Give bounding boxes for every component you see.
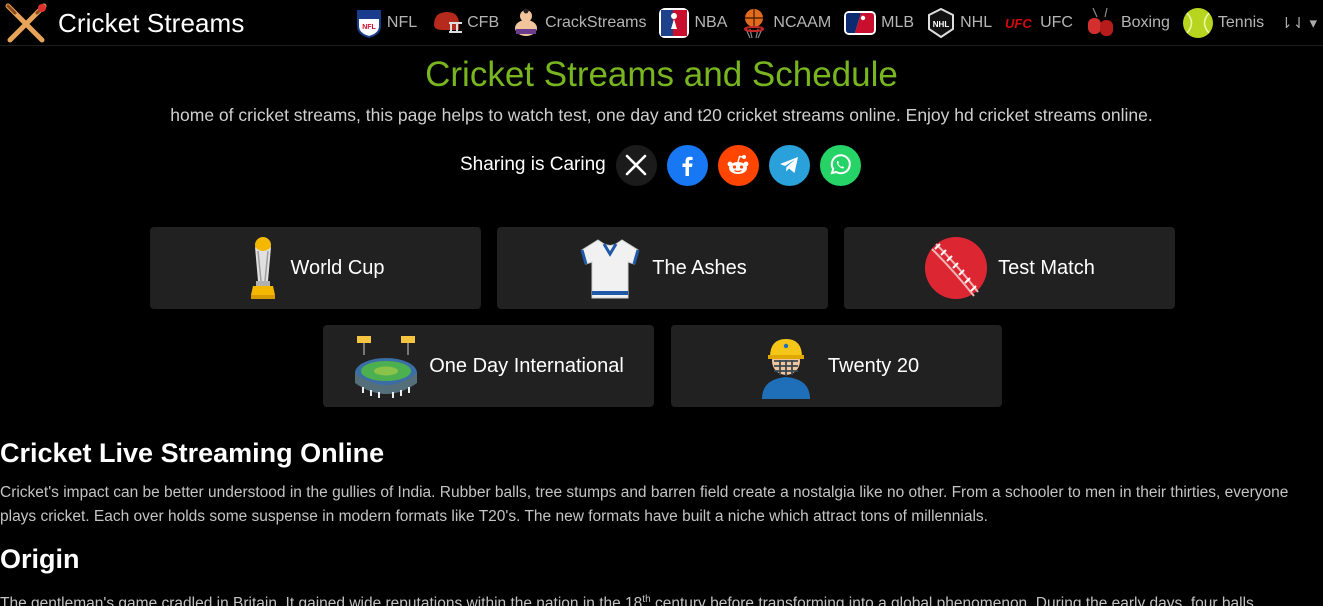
ufc-icon: UFC (1005, 16, 1032, 31)
svg-text:UFC: UFC (1005, 16, 1032, 31)
share-bar: Sharing is Caring (460, 144, 871, 186)
nav-item-label: NBA (694, 14, 728, 31)
category-card-the-ashes[interactable]: The Ashes (497, 227, 828, 309)
category-card-world-cup[interactable]: World Cup (150, 227, 481, 309)
trophy-icon (251, 237, 276, 299)
facebook-icon (682, 156, 693, 176)
share-whatsapp-button[interactable] (819, 144, 861, 186)
category-label: Twenty 20 (827, 354, 920, 377)
brand-link[interactable]: Cricket Streams (2, 0, 244, 46)
nav-item-nba[interactable]: NBA (658, 7, 727, 39)
page-subtitle: home of cricket streams, this page helps… (170, 105, 1153, 125)
category-label: One Day International (429, 354, 624, 377)
nav-item-tennis[interactable]: Tennis (1182, 7, 1264, 39)
nba-icon (659, 8, 690, 38)
nav-item-label: UFC (1040, 14, 1073, 31)
paragraph-intro: Cricket's impact can be better understoo… (0, 481, 1323, 529)
nav-item-cfb[interactable]: CFB (429, 8, 499, 38)
mlb-icon (844, 11, 877, 35)
cricket-ball-icon (925, 237, 988, 299)
basketball-hoop-icon (744, 9, 765, 39)
whatsapp-icon (830, 154, 852, 175)
category-label: World Cup (290, 256, 385, 279)
nav-item-label: NHL (960, 14, 993, 31)
share-telegram-button[interactable] (768, 144, 810, 186)
paragraph-text: The gentleman's game cradled in Britain.… (0, 595, 643, 606)
superscript-ordinal: th (642, 594, 651, 605)
nav-item-label: MLB (881, 14, 915, 31)
category-card-test-match[interactable]: Test Match (844, 227, 1175, 309)
nav-item-ufc[interactable]: UFC UFC (1004, 14, 1073, 32)
nav-item-mlb[interactable]: MLB (843, 8, 914, 38)
svg-text:NHL: NHL (933, 20, 950, 29)
brand-name: Cricket Streams (58, 7, 245, 38)
nav-item-crackstreams[interactable]: CrackStreams (511, 8, 646, 38)
share-reddit-button[interactable] (717, 144, 759, 186)
nav-item-boxing[interactable]: Boxing (1085, 7, 1170, 39)
paragraph-line: Cricket's impact can be better understoo… (0, 484, 1289, 501)
nav-item-label: Boxing (1120, 14, 1170, 31)
nav-item-ncaam[interactable]: NCAAM (739, 7, 831, 39)
sumo-wrestler-icon (515, 8, 538, 36)
svg-text:NFL: NFL (362, 24, 376, 31)
telegram-icon (780, 157, 799, 173)
nav-item-label: NFL (386, 14, 418, 31)
share-facebook-button[interactable] (666, 144, 708, 186)
x-icon (625, 154, 647, 176)
nav-item-label: CrackStreams (545, 14, 647, 31)
category-card-twenty-20[interactable]: Twenty 20 (671, 325, 1002, 407)
tennis-ball-icon (1182, 8, 1213, 38)
top-navbar: Cricket Streams NFL NFL CFB CrackStreams… (0, 0, 1323, 46)
sport-nav: NFL NFL CFB CrackStreams NBA NCAAM MLB N… (343, 0, 1317, 46)
jersey-icon (580, 239, 640, 299)
share-label: Sharing is Caring (460, 154, 606, 175)
nav-item-label: Tennis (1217, 14, 1265, 31)
nav-item-label: NCAAM (773, 14, 832, 31)
boxing-gloves-icon (1087, 7, 1113, 36)
category-label: Test Match (998, 256, 1095, 279)
share-x-button[interactable] (615, 144, 657, 186)
paragraph-line: plays cricket. Each over holds some susp… (0, 508, 988, 525)
football-helmet-icon (434, 12, 463, 33)
page-title: Cricket Streams and Schedule (425, 55, 898, 94)
reddit-icon (727, 155, 749, 174)
nhl-icon: NHL (928, 7, 955, 39)
crossed-bats-icon (5, 3, 47, 43)
nfl-icon: NFL (356, 10, 381, 38)
section-heading-live-streaming: Cricket Live Streaming Online (0, 438, 385, 468)
nav-more-dropdown[interactable]: ⇂⇃ ▾ (1280, 14, 1317, 32)
category-label: The Ashes (652, 256, 747, 279)
paragraph-origin: The gentleman's game cradled in Britain.… (0, 588, 1323, 606)
section-heading-origin: Origin (0, 544, 80, 574)
nav-item-label: CFB (467, 14, 500, 31)
category-card-one-day-international[interactable]: One Day International (323, 325, 654, 407)
batsman-helmet-icon (761, 339, 810, 399)
paragraph-text: century before transforming into a globa… (650, 595, 1254, 606)
stadium-icon (355, 336, 418, 398)
nav-item-nhl[interactable]: NHL NHL (926, 7, 992, 39)
nav-item-nfl[interactable]: NFL NFL (355, 8, 417, 38)
